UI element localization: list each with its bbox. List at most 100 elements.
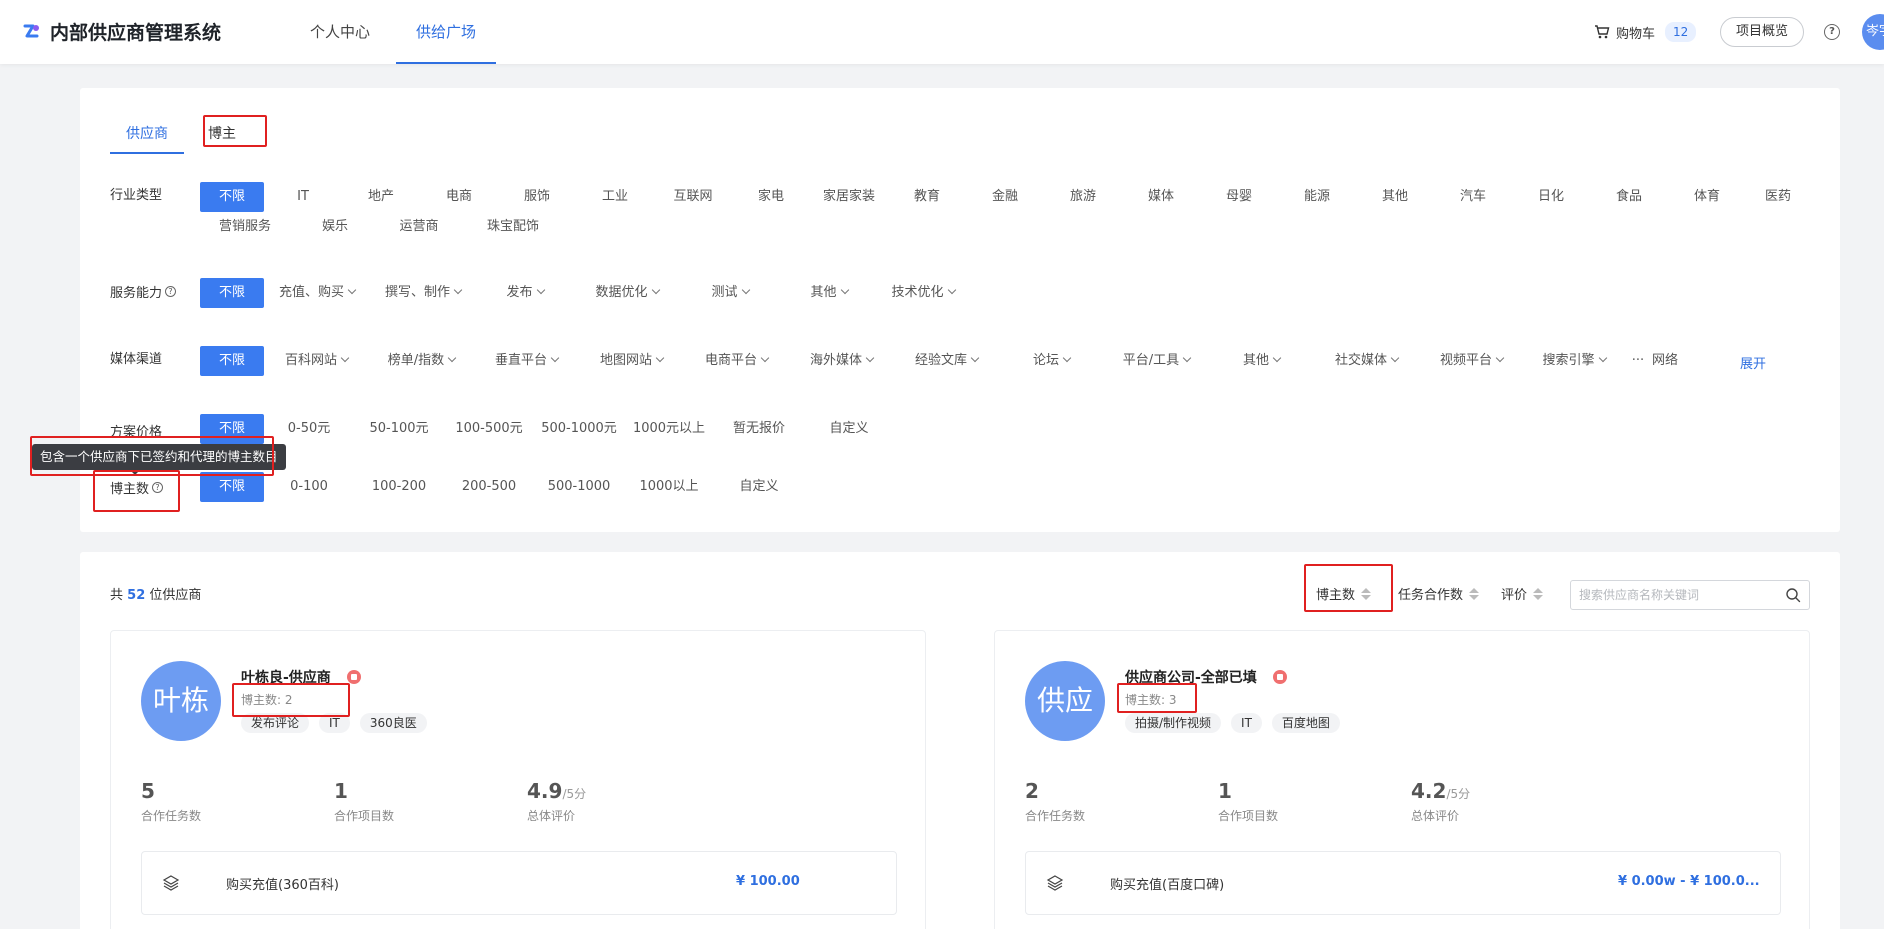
industry-option[interactable]: 运营商: [380, 212, 458, 242]
sort-by-rating[interactable]: 评价: [1501, 584, 1544, 603]
media-label: 媒体渠道: [110, 352, 163, 367]
supplier-card[interactable]: 供应 供应商公司-全部已填 博主数: 3 拍摄/制作视频 IT 百度地图 2 合…: [994, 630, 1810, 929]
stat-rating: 4.2/5分 总体评价: [1411, 779, 1471, 823]
media-option-all[interactable]: 不限: [200, 346, 264, 376]
blogger-count-label: 博主数?: [110, 478, 164, 497]
industry-option[interactable]: IT: [264, 182, 342, 212]
media-option[interactable]: 垂直平台: [474, 346, 579, 376]
price-option[interactable]: 500-1000元: [534, 414, 624, 444]
media-option[interactable]: 其他: [1209, 346, 1314, 376]
search-icon[interactable]: [1785, 587, 1801, 603]
media-option[interactable]: 视频平台: [1419, 346, 1524, 376]
supplier-tag: IT: [1231, 713, 1262, 733]
service-option-all[interactable]: 不限: [200, 278, 264, 308]
industry-option[interactable]: 金融: [966, 182, 1044, 212]
industry-option[interactable]: 旅游: [1044, 182, 1122, 212]
service-option[interactable]: 其他: [780, 278, 878, 308]
price-option[interactable]: 50-100元: [354, 414, 444, 444]
industry-option[interactable]: 娱乐: [290, 212, 380, 242]
blogger-option[interactable]: 1000以上: [624, 472, 714, 502]
service-option[interactable]: 技术优化: [878, 278, 968, 308]
industry-option[interactable]: 其他: [1356, 182, 1434, 212]
industry-option[interactable]: 媒体: [1122, 182, 1200, 212]
supplier-name[interactable]: 叶栋良-供应商: [241, 667, 361, 687]
media-option[interactable]: 经验文库: [894, 346, 999, 376]
expand-link[interactable]: 展开: [1740, 353, 1766, 372]
industry-option[interactable]: 工业: [576, 182, 654, 212]
question-icon[interactable]: ?: [165, 286, 177, 297]
industry-option[interactable]: 母婴: [1200, 182, 1278, 212]
service-options: 不限 充值、购买 撰写、制作 发布 数据优化 测试 其他 技术优化: [200, 278, 1820, 308]
industry-option[interactable]: 营销服务: [200, 212, 290, 242]
cart-button[interactable]: 购物车 12: [1594, 22, 1697, 42]
industry-option[interactable]: 汽车: [1434, 182, 1512, 212]
industry-option[interactable]: 食品: [1590, 182, 1668, 212]
industry-option[interactable]: 地产: [342, 182, 420, 212]
blogger-count-options: 不限 0-100 100-200 200-500 500-1000 1000以上…: [200, 472, 1820, 502]
sort-by-bloggers[interactable]: 博主数: [1316, 584, 1372, 603]
media-option-truncated[interactable]: 网络: [1652, 346, 1678, 376]
plan-price: ¥ 100.00: [736, 874, 800, 889]
industry-option[interactable]: 互联网: [654, 182, 732, 212]
supplier-name[interactable]: 供应商公司-全部已填: [1125, 667, 1287, 687]
media-option[interactable]: 电商平台: [684, 346, 789, 376]
sort-by-tasks[interactable]: 任务合作数: [1398, 584, 1480, 603]
service-option[interactable]: 测试: [680, 278, 780, 308]
blogger-option[interactable]: 500-1000: [534, 472, 624, 502]
service-option[interactable]: 撰写、制作: [370, 278, 476, 308]
nav-supply-square[interactable]: 供给广场: [396, 0, 497, 64]
media-option[interactable]: 搜索引擎: [1524, 346, 1624, 376]
service-option[interactable]: 发布: [476, 278, 574, 308]
media-option[interactable]: 百科网站: [264, 346, 369, 376]
price-option[interactable]: 暂无报价: [714, 414, 804, 444]
help-icon[interactable]: ?: [1824, 24, 1840, 40]
media-option[interactable]: 论坛: [999, 346, 1104, 376]
industry-option[interactable]: 体育: [1668, 182, 1746, 212]
nav-personal-center[interactable]: 个人中心: [290, 0, 390, 64]
service-option[interactable]: 充值、购买: [264, 278, 370, 308]
supplier-card[interactable]: 叶栋 叶栋良-供应商 博主数: 2 发布评论 IT 360良医 5 合作任务数 …: [110, 630, 926, 929]
media-option[interactable]: 海外媒体: [789, 346, 894, 376]
price-option[interactable]: 自定义: [804, 414, 894, 444]
stat-tasks: 2 合作任务数: [1025, 779, 1086, 823]
media-option[interactable]: 榜单/指数: [369, 346, 474, 376]
industry-options: 不限 IT 地产 电商 服饰 工业 互联网 家电 家居家装 教育 金融 旅游 媒…: [200, 182, 1820, 242]
media-option[interactable]: 地图网站: [579, 346, 684, 376]
industry-option[interactable]: 能源: [1278, 182, 1356, 212]
search-input[interactable]: [1571, 581, 1771, 609]
industry-option-all[interactable]: 不限: [200, 182, 264, 212]
question-icon[interactable]: ?: [152, 482, 164, 493]
service-option[interactable]: 数据优化: [574, 278, 680, 308]
price-option-all[interactable]: 不限: [200, 414, 264, 444]
filter-panel: 供应商 博主 行业类型 不限 IT 地产 电商 服饰 工业 互联网 家电 家居家…: [80, 88, 1840, 532]
industry-option[interactable]: 教育: [888, 182, 966, 212]
industry-option[interactable]: 珠宝配饰: [458, 212, 568, 242]
blogger-option-all[interactable]: 不限: [200, 472, 264, 502]
industry-option[interactable]: 家居家装: [810, 182, 888, 212]
industry-option[interactable]: 服饰: [498, 182, 576, 212]
project-overview-button[interactable]: 项目概览: [1720, 17, 1805, 47]
blogger-option[interactable]: 自定义: [714, 472, 804, 502]
app-logo[interactable]: 内部供应商管理系统: [22, 18, 221, 45]
industry-option[interactable]: 家电: [732, 182, 810, 212]
tab-blogger[interactable]: 博主: [192, 114, 252, 154]
blogger-option[interactable]: 0-100: [264, 472, 354, 502]
price-option[interactable]: 1000元以上: [624, 414, 714, 444]
price-option[interactable]: 100-500元: [444, 414, 534, 444]
media-option[interactable]: 平台/工具: [1104, 346, 1209, 376]
industry-option[interactable]: 电商: [420, 182, 498, 212]
user-avatar[interactable]: 岑宇: [1862, 14, 1884, 50]
price-option[interactable]: 0-50元: [264, 414, 354, 444]
blogger-option[interactable]: 100-200: [354, 472, 444, 502]
logo-icon: [22, 22, 42, 42]
blogger-option[interactable]: 200-500: [444, 472, 534, 502]
supplier-plan[interactable]: 购买充值(百度口碑) ¥ 0.00w - ¥ 100.0...: [1025, 851, 1781, 915]
industry-option[interactable]: 日化: [1512, 182, 1590, 212]
media-option[interactable]: 社交媒体: [1314, 346, 1419, 376]
tab-supplier[interactable]: 供应商: [110, 114, 184, 154]
more-options-icon[interactable]: ···: [1624, 346, 1652, 376]
supplier-tag: 360良医: [359, 713, 427, 733]
supplier-plan[interactable]: 购买充值(360百科) ¥ 100.00: [141, 851, 897, 915]
cart-icon: [1595, 25, 1610, 39]
industry-option[interactable]: 医药: [1746, 182, 1810, 212]
